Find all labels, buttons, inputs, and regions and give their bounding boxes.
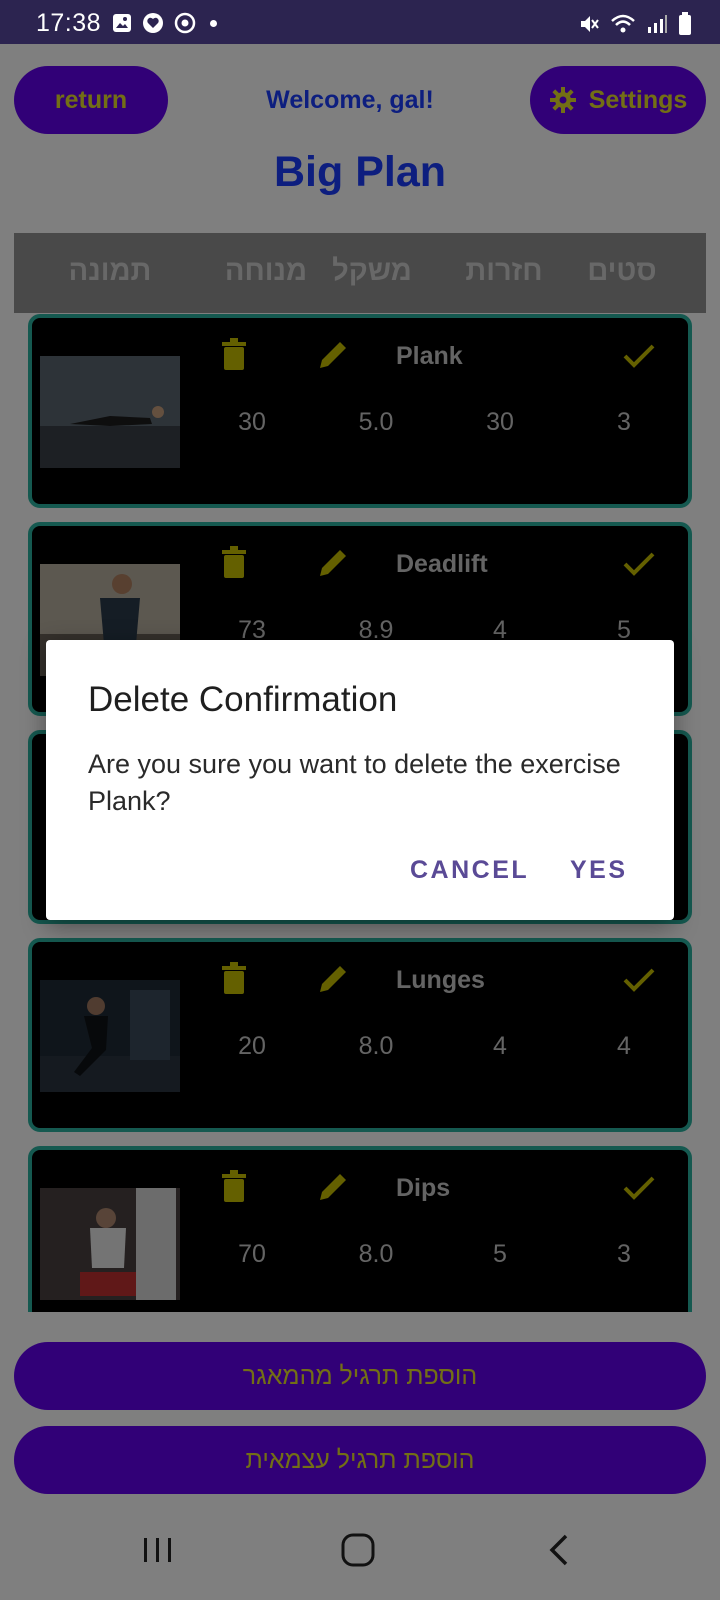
status-time: 17:38 — [36, 9, 102, 37]
delete-confirmation-dialog: Delete Confirmation Are you sure you wan… — [46, 640, 674, 920]
status-bar: 17:38 — [0, 0, 720, 44]
dialog-message: Are you sure you want to delete the exer… — [88, 749, 621, 816]
sync-icon — [174, 12, 196, 34]
cancel-button[interactable]: CANCEL — [410, 856, 529, 885]
yes-button[interactable]: YES — [570, 856, 628, 885]
wifi-icon — [611, 14, 635, 33]
mute-icon — [581, 16, 599, 32]
notification-dot — [210, 19, 217, 27]
battery-icon — [679, 12, 691, 35]
gallery-icon — [113, 14, 131, 32]
dialog-title: Delete Confirmation — [88, 680, 398, 719]
health-icon — [143, 13, 163, 33]
signal-icon — [648, 15, 667, 33]
